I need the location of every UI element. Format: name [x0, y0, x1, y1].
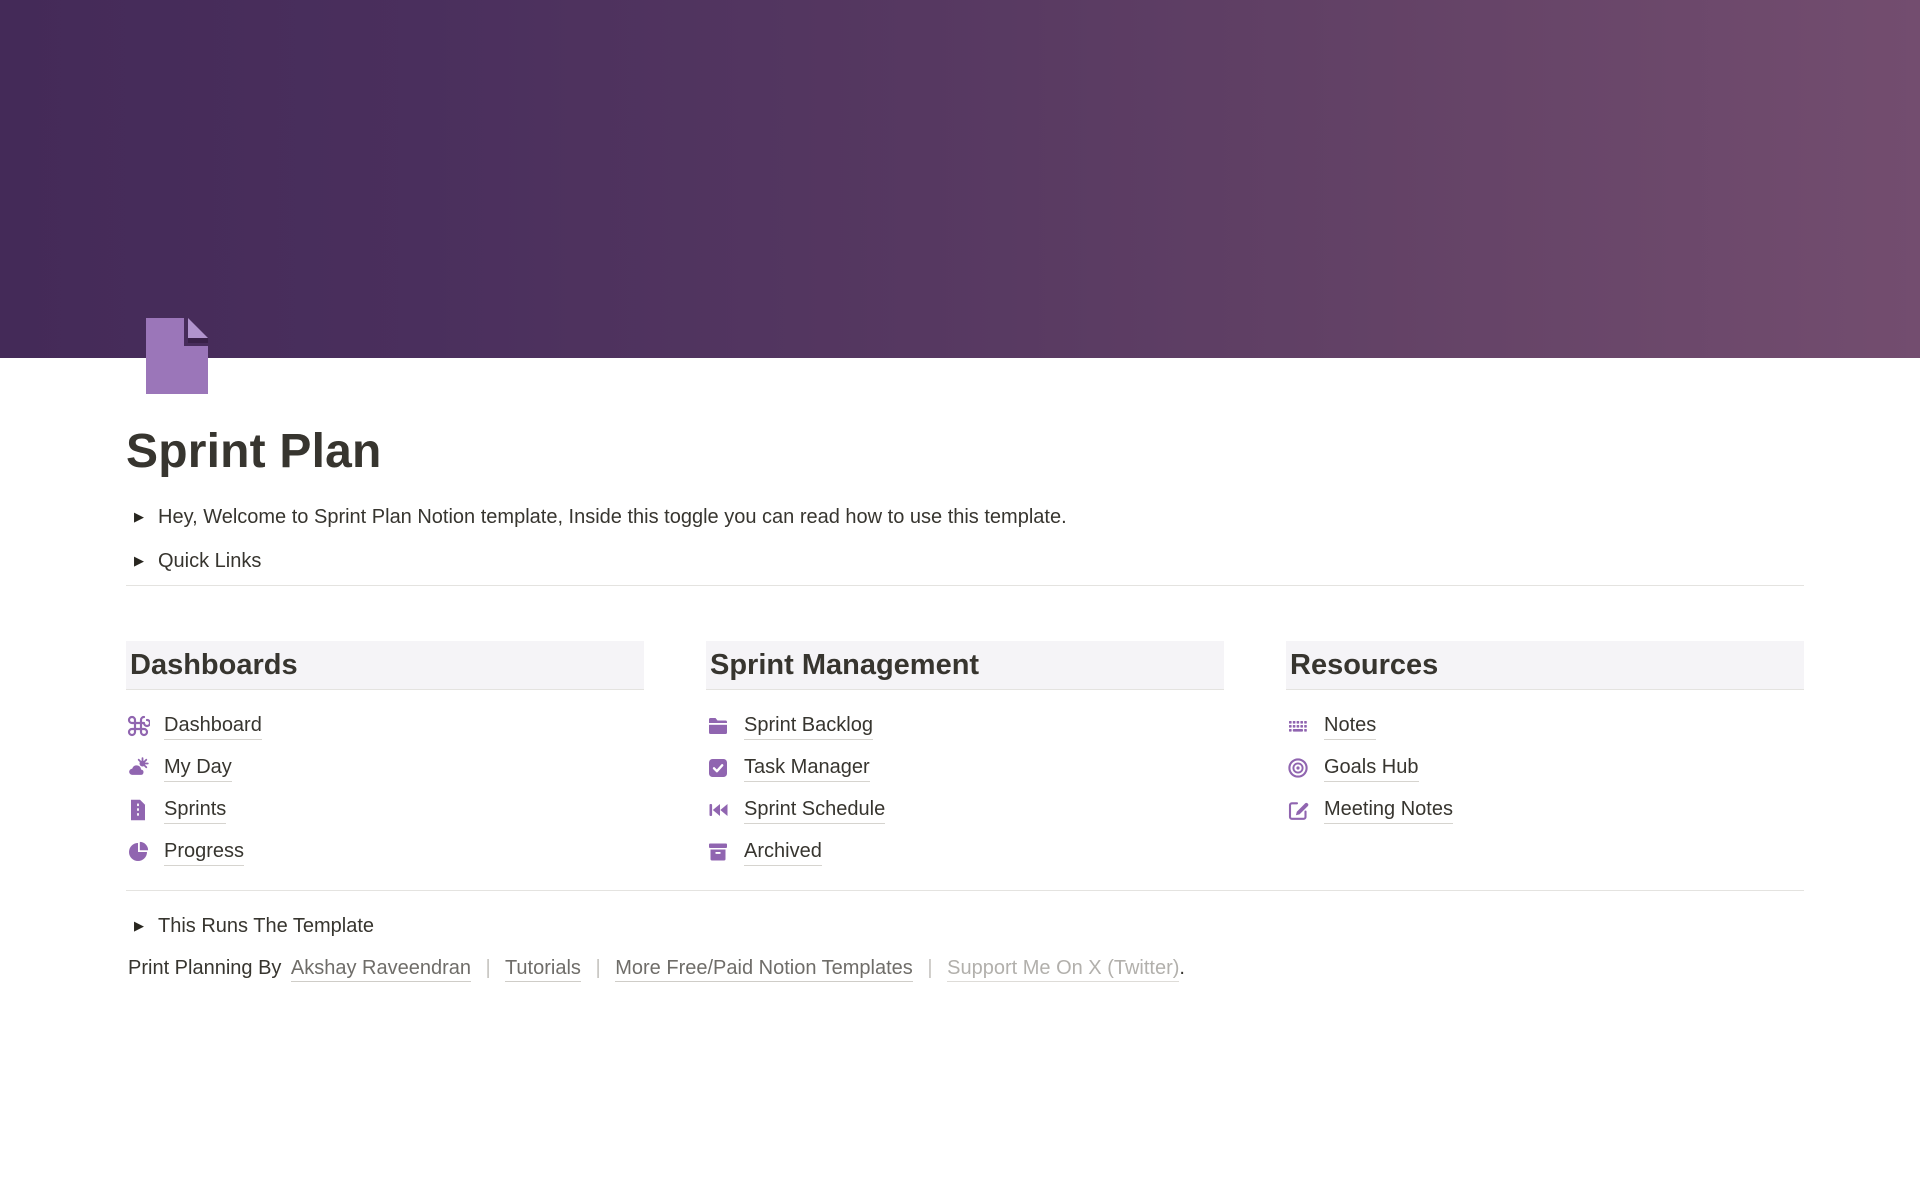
- toggle-runs-template-label: This Runs The Template: [158, 911, 374, 941]
- document-icon: [146, 318, 208, 394]
- toggle-welcome[interactable]: ▶ Hey, Welcome to Sprint Plan Notion tem…: [126, 497, 1804, 537]
- command-icon: [126, 714, 150, 738]
- link-goals-hub[interactable]: Goals Hub: [1286, 747, 1804, 789]
- link-label[interactable]: Progress: [164, 839, 244, 866]
- link-dashboard[interactable]: Dashboard: [126, 705, 644, 747]
- cover-image[interactable]: [0, 0, 1920, 358]
- divider: [706, 689, 1224, 690]
- column-header-sprint-management: Sprint Management: [706, 641, 1224, 689]
- toggle-quick-links-label: Quick Links: [158, 546, 261, 576]
- footer-link-author[interactable]: Akshay Raveendran: [291, 957, 471, 982]
- column-header-dashboards: Dashboards: [126, 641, 644, 689]
- link-label[interactable]: Notes: [1324, 713, 1376, 740]
- page-document-cover-icon[interactable]: [146, 318, 208, 394]
- column-sprint-management: Sprint Management Sprint Backlog: [706, 641, 1224, 873]
- toggle-welcome-label: Hey, Welcome to Sprint Plan Notion templ…: [158, 502, 1067, 532]
- link-label[interactable]: Task Manager: [744, 755, 870, 782]
- partly-sunny-icon: [126, 756, 150, 780]
- link-label[interactable]: Sprint Backlog: [744, 713, 873, 740]
- divider: [126, 689, 644, 690]
- link-sprints[interactable]: Sprints: [126, 789, 644, 831]
- target-icon: [1286, 756, 1310, 780]
- link-label[interactable]: Sprints: [164, 797, 226, 824]
- page-title: Sprint Plan: [126, 358, 1804, 482]
- link-sprint-backlog[interactable]: Sprint Backlog: [706, 705, 1224, 747]
- page-content: Sprint Plan ▶ Hey, Welcome to Sprint Pla…: [0, 358, 1920, 983]
- column-title: Sprint Management: [710, 649, 979, 682]
- page-document-icon: [126, 798, 150, 822]
- toggle-arrow-icon[interactable]: ▶: [128, 911, 150, 941]
- keyboard-icon: [1286, 714, 1310, 738]
- footer-suffix: .: [1179, 957, 1185, 979]
- edit-icon: [1286, 798, 1310, 822]
- link-label[interactable]: Archived: [744, 839, 822, 866]
- link-notes[interactable]: Notes: [1286, 705, 1804, 747]
- toggle-arrow-icon[interactable]: ▶: [128, 546, 150, 576]
- link-label[interactable]: My Day: [164, 755, 232, 782]
- columns-section: Dashboards Dashboard: [126, 641, 1804, 873]
- footer-credits: Print Planning By Akshay Raveendran | Tu…: [126, 953, 1804, 983]
- footer-separator: |: [927, 957, 932, 979]
- skip-back-icon: [706, 798, 730, 822]
- divider: [126, 585, 1804, 586]
- footer-prefix: Print Planning By: [128, 957, 281, 979]
- column-dashboards: Dashboards Dashboard: [126, 641, 644, 873]
- toggle-arrow-icon[interactable]: ▶: [128, 502, 150, 532]
- link-list: Sprint Backlog Task Manager: [706, 705, 1224, 873]
- footer-link-support-x[interactable]: Support Me On X (Twitter): [947, 957, 1179, 982]
- footer-separator: |: [486, 957, 491, 979]
- link-my-day[interactable]: My Day: [126, 747, 644, 789]
- link-archived[interactable]: Archived: [706, 831, 1224, 873]
- divider: [1286, 689, 1804, 690]
- link-label[interactable]: Goals Hub: [1324, 755, 1419, 782]
- toggle-quick-links[interactable]: ▶ Quick Links: [126, 541, 1804, 581]
- divider: [126, 890, 1804, 891]
- link-label[interactable]: Meeting Notes: [1324, 797, 1453, 824]
- link-list: Notes Goals Hub: [1286, 705, 1804, 831]
- pie-chart-icon: [126, 840, 150, 864]
- link-sprint-schedule[interactable]: Sprint Schedule: [706, 789, 1224, 831]
- footer-separator: |: [595, 957, 600, 979]
- link-list: Dashboard: [126, 705, 644, 873]
- column-resources: Resources Notes: [1286, 641, 1804, 873]
- link-label[interactable]: Sprint Schedule: [744, 797, 885, 824]
- folder-icon: [706, 714, 730, 738]
- column-title: Resources: [1290, 649, 1438, 682]
- link-meeting-notes[interactable]: Meeting Notes: [1286, 789, 1804, 831]
- footer-link-more-templates[interactable]: More Free/Paid Notion Templates: [615, 957, 913, 982]
- footer-link-tutorials[interactable]: Tutorials: [505, 957, 581, 982]
- link-progress[interactable]: Progress: [126, 831, 644, 873]
- column-title: Dashboards: [130, 649, 298, 682]
- archive-icon: [706, 840, 730, 864]
- link-label[interactable]: Dashboard: [164, 713, 262, 740]
- toggle-runs-template[interactable]: ▶ This Runs The Template: [126, 906, 1804, 946]
- column-header-resources: Resources: [1286, 641, 1804, 689]
- link-task-manager[interactable]: Task Manager: [706, 747, 1224, 789]
- checkbox-icon: [706, 756, 730, 780]
